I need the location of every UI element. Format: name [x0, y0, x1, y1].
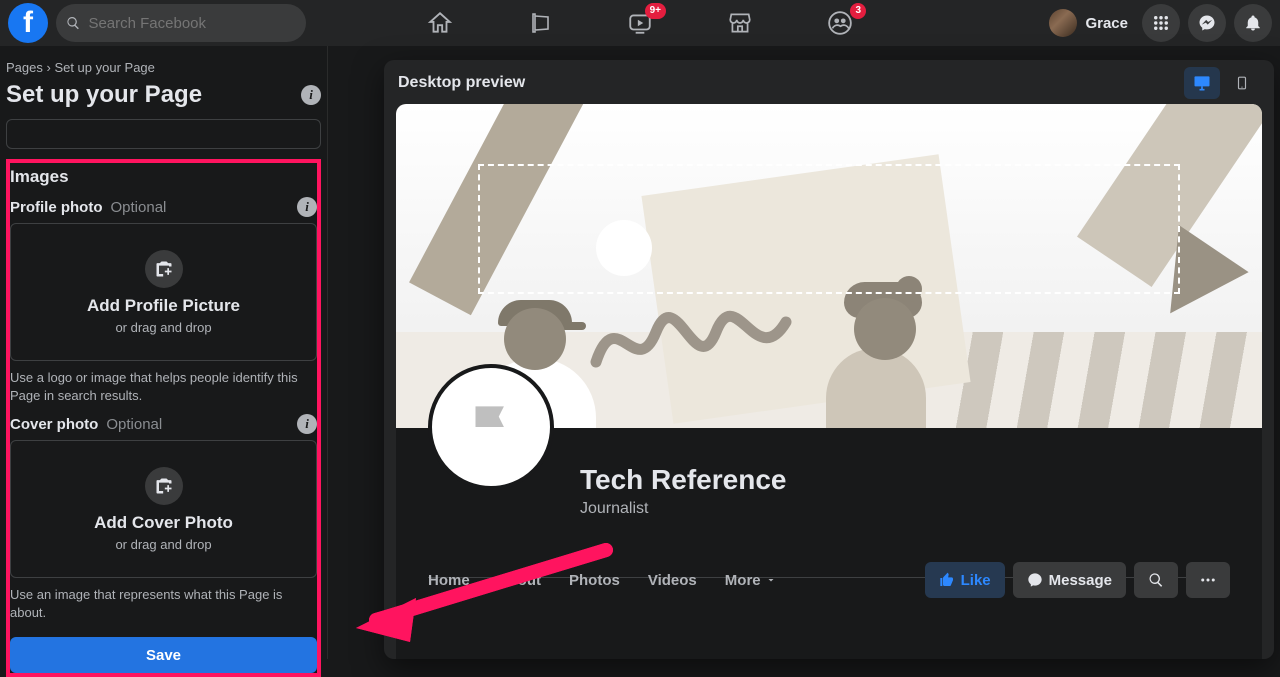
- images-heading: Images: [10, 165, 317, 193]
- breadcrumb: Pages › Set up your Page: [6, 56, 321, 79]
- page-card: Tech Reference Journalist Home About Pho…: [396, 104, 1262, 659]
- messenger-icon: [1198, 14, 1216, 32]
- info-icon[interactable]: i: [301, 85, 321, 105]
- add-photo-icon: [145, 467, 183, 505]
- mobile-icon: [1235, 73, 1249, 93]
- profile-picture-placeholder: [428, 364, 554, 490]
- tab-videos[interactable]: Videos: [648, 572, 697, 589]
- center-nav: 9+ 3: [426, 0, 854, 46]
- profile-dz-title: Add Profile Picture: [87, 296, 240, 316]
- bell-icon: [1244, 14, 1262, 32]
- page-category: Journalist: [580, 500, 786, 518]
- page-name: Tech Reference: [580, 464, 786, 496]
- messenger-button[interactable]: [1188, 4, 1226, 42]
- profile-dz-sub: or drag and drop: [115, 320, 211, 335]
- cover-optional: Optional: [106, 416, 162, 433]
- facebook-logo[interactable]: f: [8, 3, 48, 43]
- save-button[interactable]: Save: [10, 637, 317, 673]
- groups-badge: 3: [850, 3, 866, 19]
- page-title: Set up your Page: [6, 81, 202, 109]
- desktop-icon: [1192, 73, 1212, 93]
- page-name-input[interactable]: [6, 119, 321, 149]
- page-tabs: Home About Photos Videos More Like Messa…: [428, 554, 1230, 598]
- profile-photo-dropzone[interactable]: Add Profile Picture or drag and drop: [10, 223, 317, 361]
- messenger-icon: [1027, 572, 1043, 588]
- top-nav: f 9+ 3 Grace: [0, 0, 1280, 46]
- grid-icon: [1152, 14, 1170, 32]
- chevron-down-icon: [765, 574, 777, 586]
- images-section-highlight: Images Profile photo Optional i Add Prof…: [6, 159, 321, 677]
- profile-photo-label: Profile photo: [10, 199, 103, 216]
- breadcrumb-current: Set up your Page: [54, 60, 154, 75]
- message-button[interactable]: Message: [1013, 562, 1126, 598]
- like-button[interactable]: Like: [925, 562, 1005, 598]
- menu-grid-button[interactable]: [1142, 4, 1180, 42]
- identity-row: Tech Reference Journalist Home About Pho…: [396, 428, 1262, 588]
- preview-panel: Desktop preview: [384, 60, 1274, 659]
- user-chip[interactable]: Grace: [1049, 9, 1134, 37]
- cover-dz-title: Add Cover Photo: [94, 513, 233, 533]
- cover-photo-dropzone[interactable]: Add Cover Photo or drag and drop: [10, 440, 317, 578]
- nav-home[interactable]: [426, 9, 454, 37]
- add-photo-icon: [145, 250, 183, 288]
- search-input[interactable]: [88, 15, 296, 32]
- device-toggle: [1184, 67, 1260, 99]
- user-name: Grace: [1085, 15, 1128, 32]
- search-field[interactable]: [56, 4, 306, 42]
- tab-about[interactable]: About: [498, 572, 541, 589]
- flag-icon: [460, 396, 522, 458]
- cover-dz-sub: or drag and drop: [115, 537, 211, 552]
- nav-groups[interactable]: 3: [826, 9, 854, 37]
- search-icon: [1148, 572, 1164, 588]
- breadcrumb-root[interactable]: Pages: [6, 60, 43, 75]
- cover-hint: Use an image that represents what this P…: [10, 578, 317, 627]
- mobile-toggle[interactable]: [1224, 67, 1260, 99]
- info-icon[interactable]: i: [297, 414, 317, 434]
- search-page-button[interactable]: [1134, 562, 1178, 598]
- info-icon[interactable]: i: [297, 197, 317, 217]
- tab-photos[interactable]: Photos: [569, 572, 620, 589]
- nav-watch[interactable]: 9+: [626, 9, 654, 37]
- profile-hint: Use a logo or image that helps people id…: [10, 361, 317, 410]
- tab-home[interactable]: Home: [428, 572, 470, 589]
- profile-optional: Optional: [111, 199, 167, 216]
- right-nav: Grace: [1049, 4, 1272, 42]
- left-panel: Pages › Set up your Page Set up your Pag…: [0, 46, 328, 659]
- avatar: [1049, 9, 1077, 37]
- like-icon: [939, 572, 955, 588]
- nav-pages[interactable]: [526, 9, 554, 37]
- preview-title: Desktop preview: [398, 74, 525, 92]
- ellipsis-icon: [1199, 571, 1217, 589]
- watch-badge: 9+: [645, 3, 666, 19]
- nav-marketplace[interactable]: [726, 9, 754, 37]
- notifications-button[interactable]: [1234, 4, 1272, 42]
- desktop-toggle[interactable]: [1184, 67, 1220, 99]
- more-actions-button[interactable]: [1186, 562, 1230, 598]
- cover-photo-label: Cover photo: [10, 416, 98, 433]
- search-icon: [66, 15, 80, 31]
- tab-more[interactable]: More: [725, 572, 777, 589]
